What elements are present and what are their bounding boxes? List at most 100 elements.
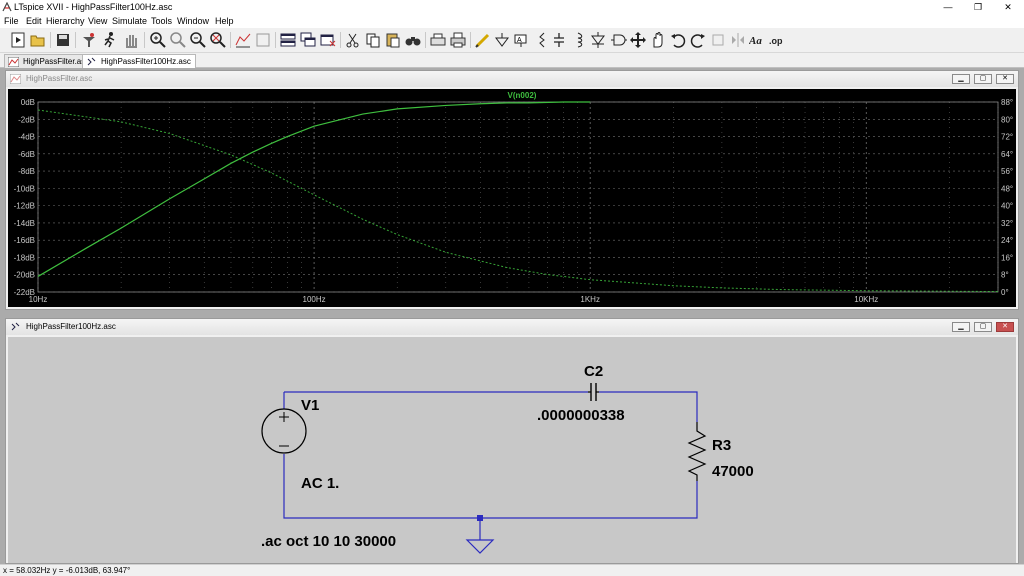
inductor-icon[interactable] bbox=[569, 31, 587, 49]
menu-view[interactable]: View bbox=[88, 16, 107, 26]
source-name-label[interactable]: V1 bbox=[301, 397, 319, 414]
waveform-minimize-button[interactable]: ▁ bbox=[952, 74, 970, 84]
pan-icon[interactable] bbox=[169, 31, 187, 49]
menu-edit[interactable]: Edit bbox=[26, 16, 42, 26]
tab-highpassfilter[interactable]: HighPassFilter.asc bbox=[4, 54, 95, 68]
y2-tick-label: 64° bbox=[1001, 150, 1013, 159]
y2-tick-label: 48° bbox=[1001, 184, 1013, 193]
y2-tick-label: 88° bbox=[1001, 98, 1013, 107]
print-preview-icon[interactable] bbox=[429, 31, 447, 49]
schematic-icon bbox=[11, 322, 20, 331]
save-icon[interactable] bbox=[54, 31, 72, 49]
spice-directive-icon[interactable]: .op bbox=[769, 31, 787, 49]
spice-directive[interactable]: .ac oct 10 10 30000 bbox=[261, 533, 396, 550]
minimize-button[interactable]: — bbox=[934, 0, 962, 14]
schematic-canvas[interactable]: V1 AC 1. C2 .0000000338 R3 47000 .ac oct… bbox=[8, 337, 1016, 563]
bode-plot[interactable]: 0dB -2dB -4dB -6dB -8dB -10dB -12dB -14dB -16dB -… bbox=[8, 89, 1016, 307]
tab-highpassfilter100hz[interactable]: HighPassFilter100Hz.asc bbox=[82, 54, 196, 68]
copy-icon[interactable] bbox=[364, 31, 382, 49]
find-icon[interactable] bbox=[404, 31, 422, 49]
resistor-value-label[interactable]: 47000 bbox=[712, 463, 754, 480]
menu-hierarchy[interactable]: Hierarchy bbox=[46, 16, 85, 26]
resistor-r3[interactable] bbox=[687, 422, 707, 481]
menu-help[interactable]: Help bbox=[215, 16, 234, 26]
menu-simulate[interactable]: Simulate bbox=[112, 16, 147, 26]
control-panel-icon[interactable] bbox=[80, 31, 98, 49]
capacitor-icon[interactable] bbox=[550, 31, 568, 49]
component-icon[interactable] bbox=[609, 31, 627, 49]
draw-wire-icon[interactable] bbox=[474, 31, 492, 49]
redo-icon[interactable] bbox=[689, 31, 707, 49]
run-icon[interactable] bbox=[101, 31, 119, 49]
y2-tick-label: 56° bbox=[1001, 167, 1013, 176]
y2-tick-label: 24° bbox=[1001, 236, 1013, 245]
window-title: LTspice XVII - HighPassFilter100Hz.asc bbox=[14, 2, 173, 12]
menu-window[interactable]: Window bbox=[177, 16, 209, 26]
autorange-icon[interactable] bbox=[234, 31, 252, 49]
schematic-maximize-button[interactable]: ▢ bbox=[974, 322, 992, 332]
waveform-close-button[interactable]: ✕ bbox=[996, 74, 1014, 84]
y2-tick-label: 8° bbox=[1001, 271, 1009, 280]
y-tick-label: -6dB bbox=[18, 150, 35, 159]
circuit-schematic[interactable]: V1 AC 1. C2 .0000000338 R3 47000 .ac oct… bbox=[8, 337, 1016, 563]
y-tick-label: -16dB bbox=[14, 236, 35, 245]
rotate-icon[interactable] bbox=[709, 31, 727, 49]
move-icon[interactable] bbox=[629, 31, 647, 49]
cascade-icon[interactable] bbox=[299, 31, 317, 49]
zoom-full-icon[interactable] bbox=[209, 31, 227, 49]
waveform-maximize-button[interactable]: ▢ bbox=[974, 74, 992, 84]
tile-horizontal-icon[interactable] bbox=[279, 31, 297, 49]
diode-icon[interactable] bbox=[589, 31, 607, 49]
schematic-window: HighPassFilter100Hz.asc ▁ ▢ ✕ V1 AC 1. C… bbox=[5, 318, 1019, 564]
new-schematic-icon[interactable] bbox=[9, 31, 27, 49]
drag-icon[interactable] bbox=[649, 31, 667, 49]
svg-text:Aa: Aa bbox=[749, 35, 762, 47]
paste-icon[interactable] bbox=[384, 31, 402, 49]
maximize-button[interactable]: ❐ bbox=[964, 0, 992, 14]
y-tick-label: 0dB bbox=[21, 98, 35, 107]
zoom-in-icon[interactable] bbox=[149, 31, 167, 49]
y2-tick-label: 72° bbox=[1001, 133, 1013, 142]
plot-area[interactable]: 0dB -2dB -4dB -6dB -8dB -10dB -12dB -14dB -16dB -… bbox=[8, 89, 1016, 307]
close-window-icon[interactable] bbox=[319, 31, 337, 49]
zoom-out-icon[interactable] bbox=[189, 31, 207, 49]
trace-label[interactable]: V(n002) bbox=[508, 91, 537, 100]
menu-file[interactable]: File bbox=[4, 16, 19, 26]
resistor-icon[interactable] bbox=[531, 31, 549, 49]
wire-bottom[interactable] bbox=[283, 454, 698, 519]
x-tick-label: 10Hz bbox=[29, 295, 48, 304]
source-value-label[interactable]: AC 1. bbox=[301, 475, 339, 492]
x-tick-label: 100Hz bbox=[303, 295, 326, 304]
tab-label: HighPassFilter.asc bbox=[23, 57, 90, 66]
cut-icon[interactable] bbox=[344, 31, 362, 49]
resistor-name-label[interactable]: R3 bbox=[712, 437, 731, 454]
open-icon[interactable] bbox=[29, 31, 47, 49]
voltage-source-v1[interactable] bbox=[261, 408, 307, 454]
ground-symbol[interactable] bbox=[465, 518, 495, 554]
halt-icon[interactable] bbox=[122, 31, 140, 49]
y2-tick-label: 0° bbox=[1001, 288, 1009, 297]
schematic-icon bbox=[87, 57, 96, 66]
capacitor-c2[interactable] bbox=[588, 383, 599, 401]
schematic-minimize-button[interactable]: ▁ bbox=[952, 322, 970, 332]
menu-bar: File Edit Hierarchy View Simulate Tools … bbox=[0, 14, 1024, 28]
schematic-close-button[interactable]: ✕ bbox=[996, 322, 1014, 332]
mirror-icon[interactable] bbox=[729, 31, 747, 49]
y2-tick-label: 80° bbox=[1001, 115, 1013, 124]
label-net-icon[interactable]: A bbox=[512, 31, 530, 49]
capacitor-value-label[interactable]: .0000000338 bbox=[537, 407, 625, 424]
toolbar: A Aa .op bbox=[0, 28, 1024, 53]
y-tick-label: -10dB bbox=[14, 184, 35, 193]
undo-icon[interactable] bbox=[669, 31, 687, 49]
y-tick-label: -4dB bbox=[18, 133, 35, 142]
close-button[interactable]: ✕ bbox=[994, 0, 1022, 14]
capacitor-name-label[interactable]: C2 bbox=[584, 363, 603, 380]
ground-icon[interactable] bbox=[493, 31, 511, 49]
document-tabs: HighPassFilter.asc HighPassFilter100Hz.a… bbox=[0, 53, 1024, 68]
print-icon[interactable] bbox=[449, 31, 467, 49]
schematic-icon[interactable] bbox=[254, 31, 272, 49]
menu-tools[interactable]: Tools bbox=[151, 16, 172, 26]
svg-text:A: A bbox=[517, 37, 522, 44]
text-icon[interactable]: Aa bbox=[748, 31, 767, 49]
y-tick-label: -14dB bbox=[14, 219, 35, 228]
